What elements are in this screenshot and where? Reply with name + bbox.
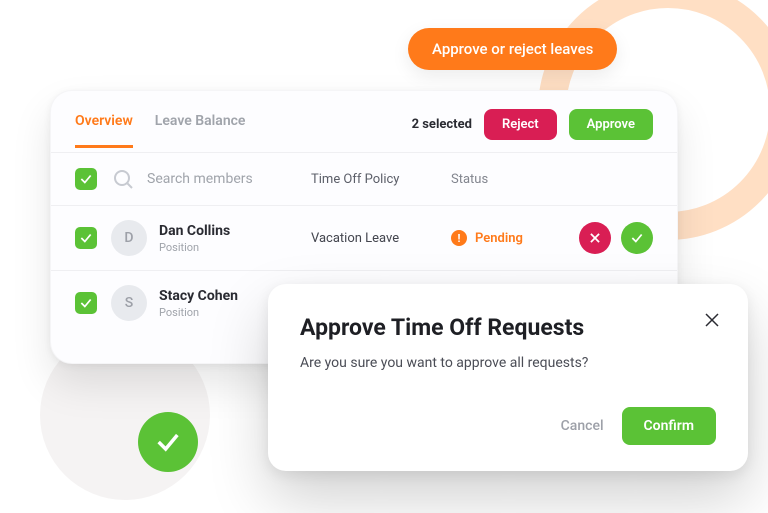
close-icon bbox=[703, 311, 721, 329]
check-icon bbox=[154, 428, 182, 456]
table-row: D Dan Collins Position Vacation Leave ! … bbox=[51, 205, 677, 270]
success-badge bbox=[138, 412, 198, 472]
check-icon bbox=[79, 231, 93, 245]
member-subtitle: Position bbox=[159, 306, 238, 319]
row-checkbox[interactable] bbox=[75, 292, 97, 314]
check-icon bbox=[79, 296, 93, 310]
avatar: S bbox=[111, 285, 147, 321]
tab-leave-balance[interactable]: Leave Balance bbox=[155, 113, 246, 148]
tabs: Overview Leave Balance bbox=[75, 113, 245, 148]
selected-count: 2 selected bbox=[412, 117, 472, 132]
search-input[interactable] bbox=[147, 171, 287, 187]
select-all-checkbox[interactable] bbox=[75, 168, 97, 190]
tab-overview[interactable]: Overview bbox=[75, 113, 133, 148]
member-name: Dan Collins bbox=[159, 223, 230, 239]
confirm-modal: Approve Time Off Requests Are you sure y… bbox=[268, 284, 748, 471]
row-reject-button[interactable] bbox=[579, 222, 611, 254]
feature-tooltip: Approve or reject leaves bbox=[408, 28, 617, 70]
cell-status: ! Pending bbox=[451, 230, 579, 246]
confirm-button[interactable]: Confirm bbox=[622, 407, 716, 445]
modal-close-button[interactable] bbox=[700, 308, 724, 332]
row-checkbox[interactable] bbox=[75, 227, 97, 249]
check-icon bbox=[79, 172, 93, 186]
header-actions: 2 selected Reject Approve bbox=[412, 109, 653, 152]
modal-title: Approve Time Off Requests bbox=[300, 314, 716, 341]
row-approve-button[interactable] bbox=[621, 222, 653, 254]
cell-policy: Vacation Leave bbox=[311, 231, 451, 246]
status-label: Pending bbox=[475, 231, 523, 246]
avatar: D bbox=[111, 220, 147, 256]
search-icon bbox=[111, 167, 135, 191]
member-subtitle: Position bbox=[159, 241, 230, 254]
member-name: Stacy Cohen bbox=[159, 288, 238, 304]
check-icon bbox=[630, 231, 644, 245]
modal-body: Are you sure you want to approve all req… bbox=[300, 355, 716, 371]
column-policy: Time Off Policy bbox=[311, 172, 451, 187]
column-status: Status bbox=[451, 172, 653, 187]
reject-button[interactable]: Reject bbox=[484, 109, 557, 140]
approve-button[interactable]: Approve bbox=[569, 109, 653, 140]
table-header: Time Off Policy Status bbox=[51, 152, 677, 205]
card-header: Overview Leave Balance 2 selected Reject… bbox=[51, 91, 677, 152]
status-icon: ! bbox=[451, 230, 467, 246]
cancel-button[interactable]: Cancel bbox=[561, 418, 604, 434]
close-icon bbox=[588, 231, 602, 245]
